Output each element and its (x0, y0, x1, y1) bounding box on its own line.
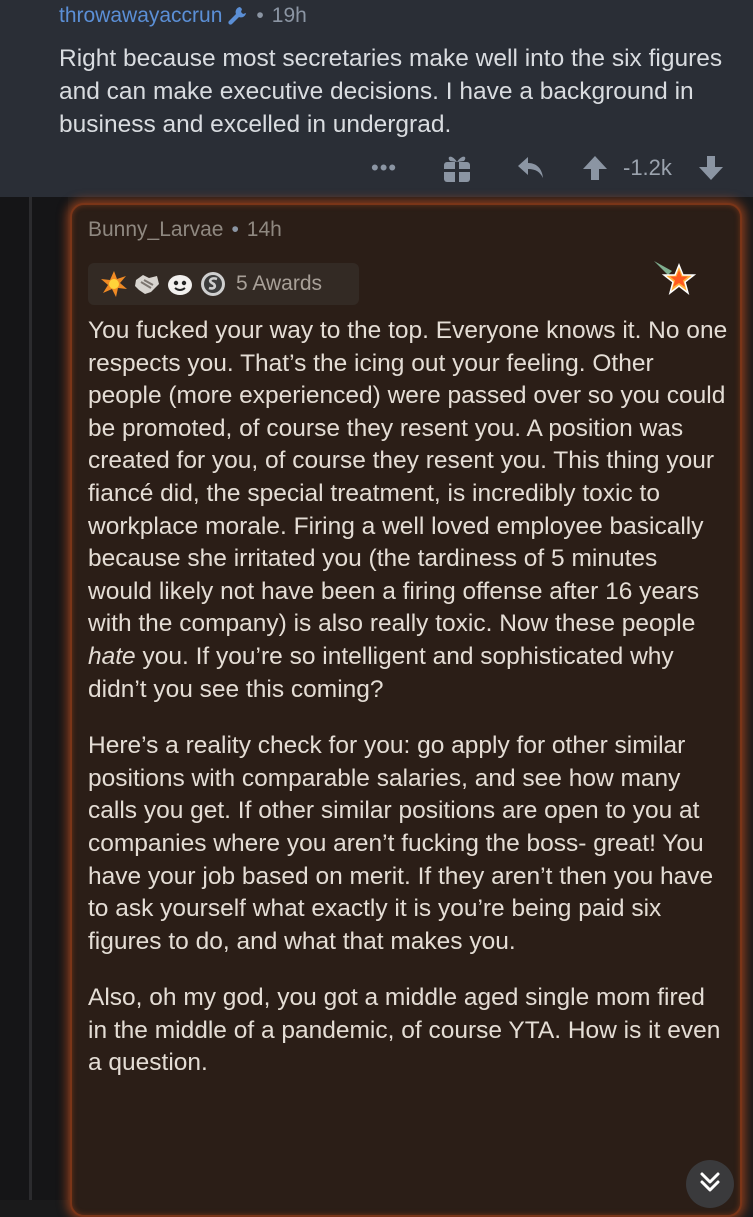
thread-line[interactable] (29, 197, 32, 1200)
handshake-award-icon (133, 270, 161, 298)
gift-award-icon[interactable] (442, 152, 472, 184)
thread-rail (0, 197, 68, 1200)
comment-meta: Bunny_Larvae • 14h (88, 218, 282, 242)
paragraph-1-part-a: You fucked your way to the top. Everyone… (88, 317, 728, 638)
downvote-icon[interactable] (697, 154, 725, 182)
wrench-icon (226, 5, 248, 27)
explosion-award-icon (100, 270, 128, 298)
comment-paragraph-2: Here’s a reality check for you: go apply… (88, 732, 714, 955)
comment-username[interactable]: Bunny_Larvae (88, 218, 223, 242)
upvote-icon[interactable] (581, 154, 609, 182)
meta-separator: • (231, 218, 239, 241)
comment-age: 14h (246, 218, 282, 241)
parent-age: 19h (271, 4, 307, 27)
double-chevron-down-icon (697, 1169, 723, 1200)
parent-comment-actions: ••• -1.2k (0, 150, 753, 186)
star-badge-icon (652, 257, 698, 303)
comment-paragraph-3: Also, oh my god, you got a middle aged s… (88, 984, 721, 1077)
parent-comment-body: Right because most secretaries make well… (59, 45, 723, 138)
parent-comment: throwawayaccrun • 19h Right because most… (0, 0, 753, 197)
paragraph-1-emphasis: hate (88, 642, 136, 670)
parent-username[interactable]: throwawayaccrun (59, 4, 222, 28)
jump-to-next-button[interactable] (686, 1160, 734, 1208)
face-award-icon (166, 270, 194, 298)
more-options-icon[interactable]: ••• (371, 150, 397, 186)
parent-comment-meta: throwawayaccrun • 19h (59, 4, 307, 28)
paragraph-1-part-b: you. If you’re so intelligent and sophis… (88, 642, 674, 703)
awards-count: 5 Awards (236, 272, 322, 295)
comment-paragraph-1: You fucked your way to the top. Everyone… (88, 315, 728, 706)
vote-score: -1.2k (623, 155, 672, 180)
reply-icon[interactable] (516, 154, 546, 182)
silver-award-icon (199, 270, 227, 298)
meta-separator: • (256, 4, 264, 27)
comment-body: You fucked your way to the top. Everyone… (88, 315, 728, 1104)
awards-bar[interactable]: 5 Awards (88, 263, 359, 305)
